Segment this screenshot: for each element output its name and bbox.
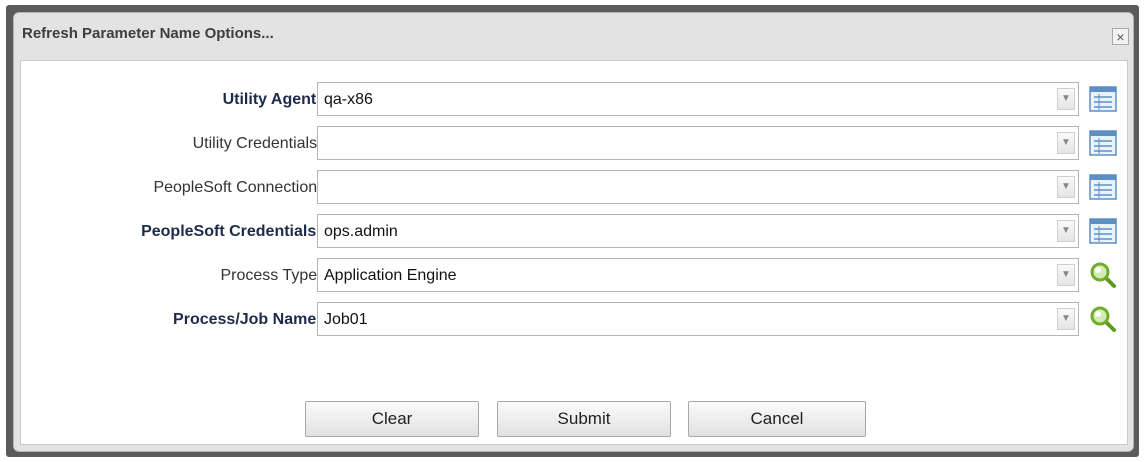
peoplesoft-credentials-value: ops.admin xyxy=(324,223,398,240)
list-icon[interactable] xyxy=(1088,85,1118,113)
field-row-peoplesoft-connection: PeopleSoft Connection : ▼ xyxy=(21,170,1127,206)
dialog-titlebar[interactable]: Refresh Parameter Name Options... × xyxy=(14,13,1133,55)
utility-agent-label: Utility Agent : xyxy=(222,91,326,108)
process-job-name-select[interactable]: Job01 ▼ xyxy=(317,302,1079,336)
refresh-parameter-dialog: Refresh Parameter Name Options... × Util… xyxy=(13,12,1134,452)
submit-button[interactable]: Submit xyxy=(497,401,671,437)
list-icon[interactable] xyxy=(1088,129,1118,157)
search-icon[interactable] xyxy=(1088,305,1118,333)
utility-credentials-label: Utility Credentials : xyxy=(192,135,326,152)
field-row-process-type: Process Type : Application Engine ▼ xyxy=(21,258,1127,294)
close-icon[interactable]: × xyxy=(1112,28,1129,45)
chevron-down-icon[interactable]: ▼ xyxy=(1057,176,1075,198)
peoplesoft-credentials-label: PeopleSoft Credentials : xyxy=(141,223,326,240)
chevron-down-icon[interactable]: ▼ xyxy=(1057,132,1075,154)
chevron-down-icon[interactable]: ▼ xyxy=(1057,264,1075,286)
utility-agent-select[interactable]: qa-x86 ▼ xyxy=(317,82,1079,116)
cancel-button[interactable]: Cancel xyxy=(688,401,866,437)
peoplesoft-connection-select[interactable]: ▼ xyxy=(317,170,1079,204)
chevron-down-icon[interactable]: ▼ xyxy=(1057,88,1075,110)
button-bar: Clear Submit Cancel xyxy=(21,401,1127,439)
process-type-select[interactable]: Application Engine ▼ xyxy=(317,258,1079,292)
list-icon[interactable] xyxy=(1088,173,1118,201)
field-row-peoplesoft-credentials: PeopleSoft Credentials : ops.admin ▼ xyxy=(21,214,1127,250)
clear-button[interactable]: Clear xyxy=(305,401,479,437)
utility-agent-value: qa-x86 xyxy=(324,91,373,108)
peoplesoft-connection-label: PeopleSoft Connection : xyxy=(153,179,326,196)
process-type-value: Application Engine xyxy=(324,267,457,284)
chevron-down-icon[interactable]: ▼ xyxy=(1057,220,1075,242)
chevron-down-icon[interactable]: ▼ xyxy=(1057,308,1075,330)
peoplesoft-credentials-select[interactable]: ops.admin ▼ xyxy=(317,214,1079,248)
field-row-utility-credentials: Utility Credentials : ▼ xyxy=(21,126,1127,162)
process-job-name-value: Job01 xyxy=(324,311,368,328)
process-job-name-label: Process/Job Name : xyxy=(173,311,326,328)
process-type-label: Process Type : xyxy=(220,267,326,284)
dialog-title: Refresh Parameter Name Options... xyxy=(22,25,274,42)
dialog-body: Utility Agent : qa-x86 ▼ Utility Credent… xyxy=(20,60,1128,445)
utility-credentials-select[interactable]: ▼ xyxy=(317,126,1079,160)
field-row-process-job-name: Process/Job Name : Job01 ▼ xyxy=(21,302,1127,338)
list-icon[interactable] xyxy=(1088,217,1118,245)
field-row-utility-agent: Utility Agent : qa-x86 ▼ xyxy=(21,82,1127,118)
search-icon[interactable] xyxy=(1088,261,1118,289)
